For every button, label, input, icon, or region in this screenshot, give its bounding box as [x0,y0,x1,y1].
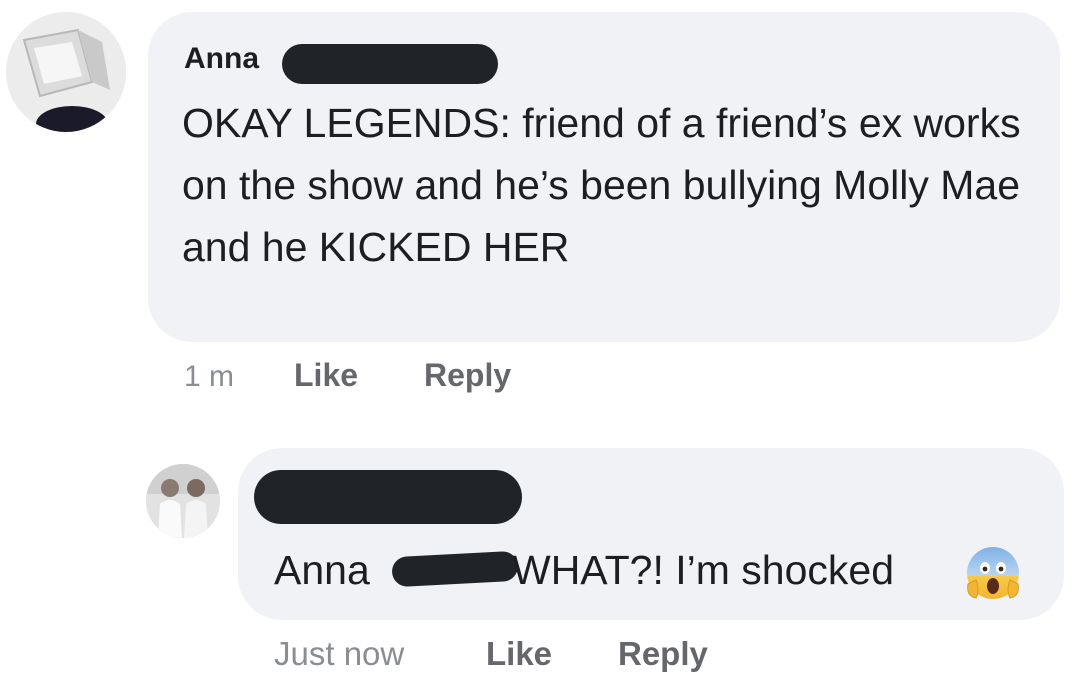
reply-timestamp[interactable]: Just now [274,635,404,672]
mention-name[interactable]: Anna [274,547,370,593]
redacted-author-name [254,470,522,524]
comment-author-name[interactable]: Anna [184,40,259,78]
reply-actions: Just now Like Reply [274,634,708,674]
crt-monitor-avatar-icon [6,12,126,132]
redacted-surname [282,44,498,84]
reply-commenter-avatar[interactable] [146,464,220,538]
comment-actions: 1 m Like Reply [184,355,511,397]
two-people-photo-avatar-icon [146,464,220,538]
like-button[interactable]: Like [294,355,358,395]
reply-text: WHAT?! I’m shocked [512,547,894,593]
comment-text: OKAY LEGENDS: friend of a friend’s ex wo… [182,100,1021,270]
reply-button[interactable]: Reply [424,355,511,395]
commenter-avatar[interactable] [6,12,126,132]
reply-like-button[interactable]: Like [486,634,552,674]
comment-timestamp[interactable]: 1 m [184,360,234,393]
mention-tag[interactable]: Anna [274,544,370,596]
screaming-face-emoji-icon [967,547,1019,599]
reply-reply-button[interactable]: Reply [618,634,708,674]
